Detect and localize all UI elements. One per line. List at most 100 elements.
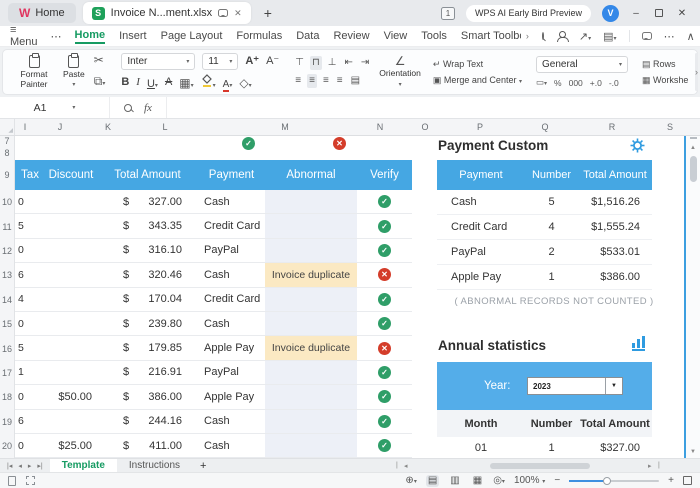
cell-discount[interactable] [45,288,97,311]
row-header[interactable]: 7 [0,136,14,146]
select-all-corner[interactable] [0,119,15,135]
tabs-overflow-chevron[interactable]: › [526,31,529,41]
zoom-slider-knob[interactable] [603,477,611,485]
column-header[interactable]: P [477,122,483,132]
cell-total-amount[interactable]: $ 244.16 [97,410,198,433]
insert-function-icon[interactable]: fx [144,102,152,114]
align-left-button[interactable]: ≡ [293,74,303,88]
formula-search-icon[interactable] [124,104,132,112]
first-sheet-icon[interactable]: |◂ [7,462,12,470]
scroll-down-icon[interactable]: ▼ [686,449,700,455]
ribbon-tab[interactable]: Home [75,29,106,44]
maximize-button[interactable] [653,9,665,17]
cell-verify[interactable] [357,263,412,286]
cell-tax[interactable]: 5 [15,214,45,237]
font-color-button[interactable]: A▾ [223,74,233,92]
font-name-select[interactable]: Inter▾ [121,53,195,70]
cell-abnormal[interactable]: Invoice duplicate [265,263,357,286]
tab-close-icon[interactable]: ✕ [234,8,242,19]
cell-total-amount[interactable]: $ 343.35 [97,214,198,237]
cell-payment[interactable]: Cash [198,434,265,457]
row-header[interactable]: 9 [0,160,14,190]
cell-payment[interactable]: Cash [198,263,265,286]
clear-format-button[interactable]: ◇▾ [239,74,251,92]
cell-discount[interactable]: $50.00 [45,385,97,408]
wrap-text-button[interactable]: ↵ Wrap Text [433,59,522,69]
ribbon-overflow-chevron[interactable]: › [695,53,698,91]
row-header[interactable]: 14 [0,288,14,312]
header-total-amount[interactable]: Total Amount [97,169,198,181]
italic-button[interactable]: I [136,77,140,88]
cell-abnormal[interactable] [265,385,357,408]
document-tab[interactable]: S Invoice N...ment.xlsx ✕ [83,2,251,24]
align-right-button[interactable]: ≡ [321,74,331,88]
save-to-cloud-button[interactable]: ▤▾ [603,30,616,43]
ribbon-tab[interactable]: View [384,30,408,43]
page-break-view-button[interactable]: ▦ [471,475,484,487]
column-header[interactable]: R [609,122,616,132]
year-dropdown-arrow-icon[interactable]: ▼ [605,378,622,394]
cell-tax[interactable]: 0 [15,190,45,213]
cell-verify[interactable] [357,190,412,213]
column-header[interactable]: N [377,122,384,132]
cell-total-amount[interactable]: $ 327.00 [97,190,198,213]
cell-verify[interactable] [357,214,412,237]
share-button[interactable]: ↗▾ [579,30,591,43]
cell-verify[interactable] [357,312,412,335]
cell-tax[interactable]: 0 [15,239,45,262]
format-painter-button[interactable]: Format Painter [12,54,56,90]
column-header[interactable]: K [105,122,111,132]
cell-payment[interactable]: Cash [198,410,265,433]
distributed-button[interactable]: ▤ [349,74,362,88]
cell-verify[interactable] [357,410,412,433]
cell-total-amount[interactable]: $ 386.00 [97,385,198,408]
add-user-icon[interactable] [557,31,567,42]
cell-payment[interactable]: Cash [198,190,265,213]
cell-abnormal[interactable] [265,190,357,213]
align-center-button[interactable]: ≡ [307,74,317,88]
cell-discount[interactable] [45,263,97,286]
header-payment[interactable]: Payment [198,169,265,181]
cell-abnormal[interactable] [265,361,357,384]
cell-tax[interactable]: 5 [15,336,45,359]
worksheet-button[interactable]: ▦ Worksheet [642,75,688,85]
normal-view-button[interactable]: ▤ [426,475,439,487]
row-header[interactable]: 20 [0,434,14,458]
ribbon-tab[interactable]: Review [333,30,369,43]
cell-abnormal[interactable] [265,312,357,335]
column-header[interactable]: L [162,122,167,132]
cell-payment[interactable]: Credit Card [198,288,265,311]
ribbon-tab[interactable]: Smart Toolbox [461,30,521,43]
sheet-tab[interactable]: Instructions [117,459,192,473]
orientation-button[interactable]: ∠ Orientation ▾ [376,55,424,89]
year-dropdown[interactable]: 2023 ▼ [527,377,623,395]
column-header[interactable]: S [667,122,673,132]
next-sheet-icon[interactable]: ▸ [28,462,32,470]
column-header[interactable]: O [421,122,428,132]
collapse-ribbon-icon[interactable]: ∧ [687,30,695,43]
cell-verify[interactable] [357,239,412,262]
align-top-button[interactable]: ⊤ [293,56,306,70]
header-discount[interactable]: Discount [45,169,97,181]
zoom-slider[interactable] [569,480,659,482]
row-header[interactable]: 15 [0,312,14,336]
zoom-in-button[interactable]: + [668,475,674,486]
increase-decimal-button[interactable]: +.0 [590,78,602,88]
selection-stats-icon[interactable] [26,476,35,485]
number-format-select[interactable]: General▾ [536,56,628,73]
formula-input[interactable] [167,97,700,118]
tab-comment-icon[interactable] [218,9,228,17]
currency-format-button[interactable]: ▭▾ [536,77,547,88]
new-tab-button[interactable]: + [264,5,272,21]
name-box[interactable]: A1 ▾ [0,97,110,118]
page-layout-view-button[interactable]: ▥ [448,475,461,487]
close-button[interactable]: ✕ [676,8,688,19]
vertical-scrollbar[interactable]: ▲ ▼ [684,136,700,458]
search-icon[interactable] [542,32,544,40]
cell-tax[interactable]: 1 [15,361,45,384]
fill-color-button[interactable]: ▾ [201,74,216,92]
align-bottom-button[interactable]: ⊥ [326,56,339,70]
hscroll-left-icon[interactable]: ◂ [404,462,408,470]
more-menus-icon[interactable]: ⋯ [51,30,62,43]
cell-tax[interactable]: 0 [15,312,45,335]
